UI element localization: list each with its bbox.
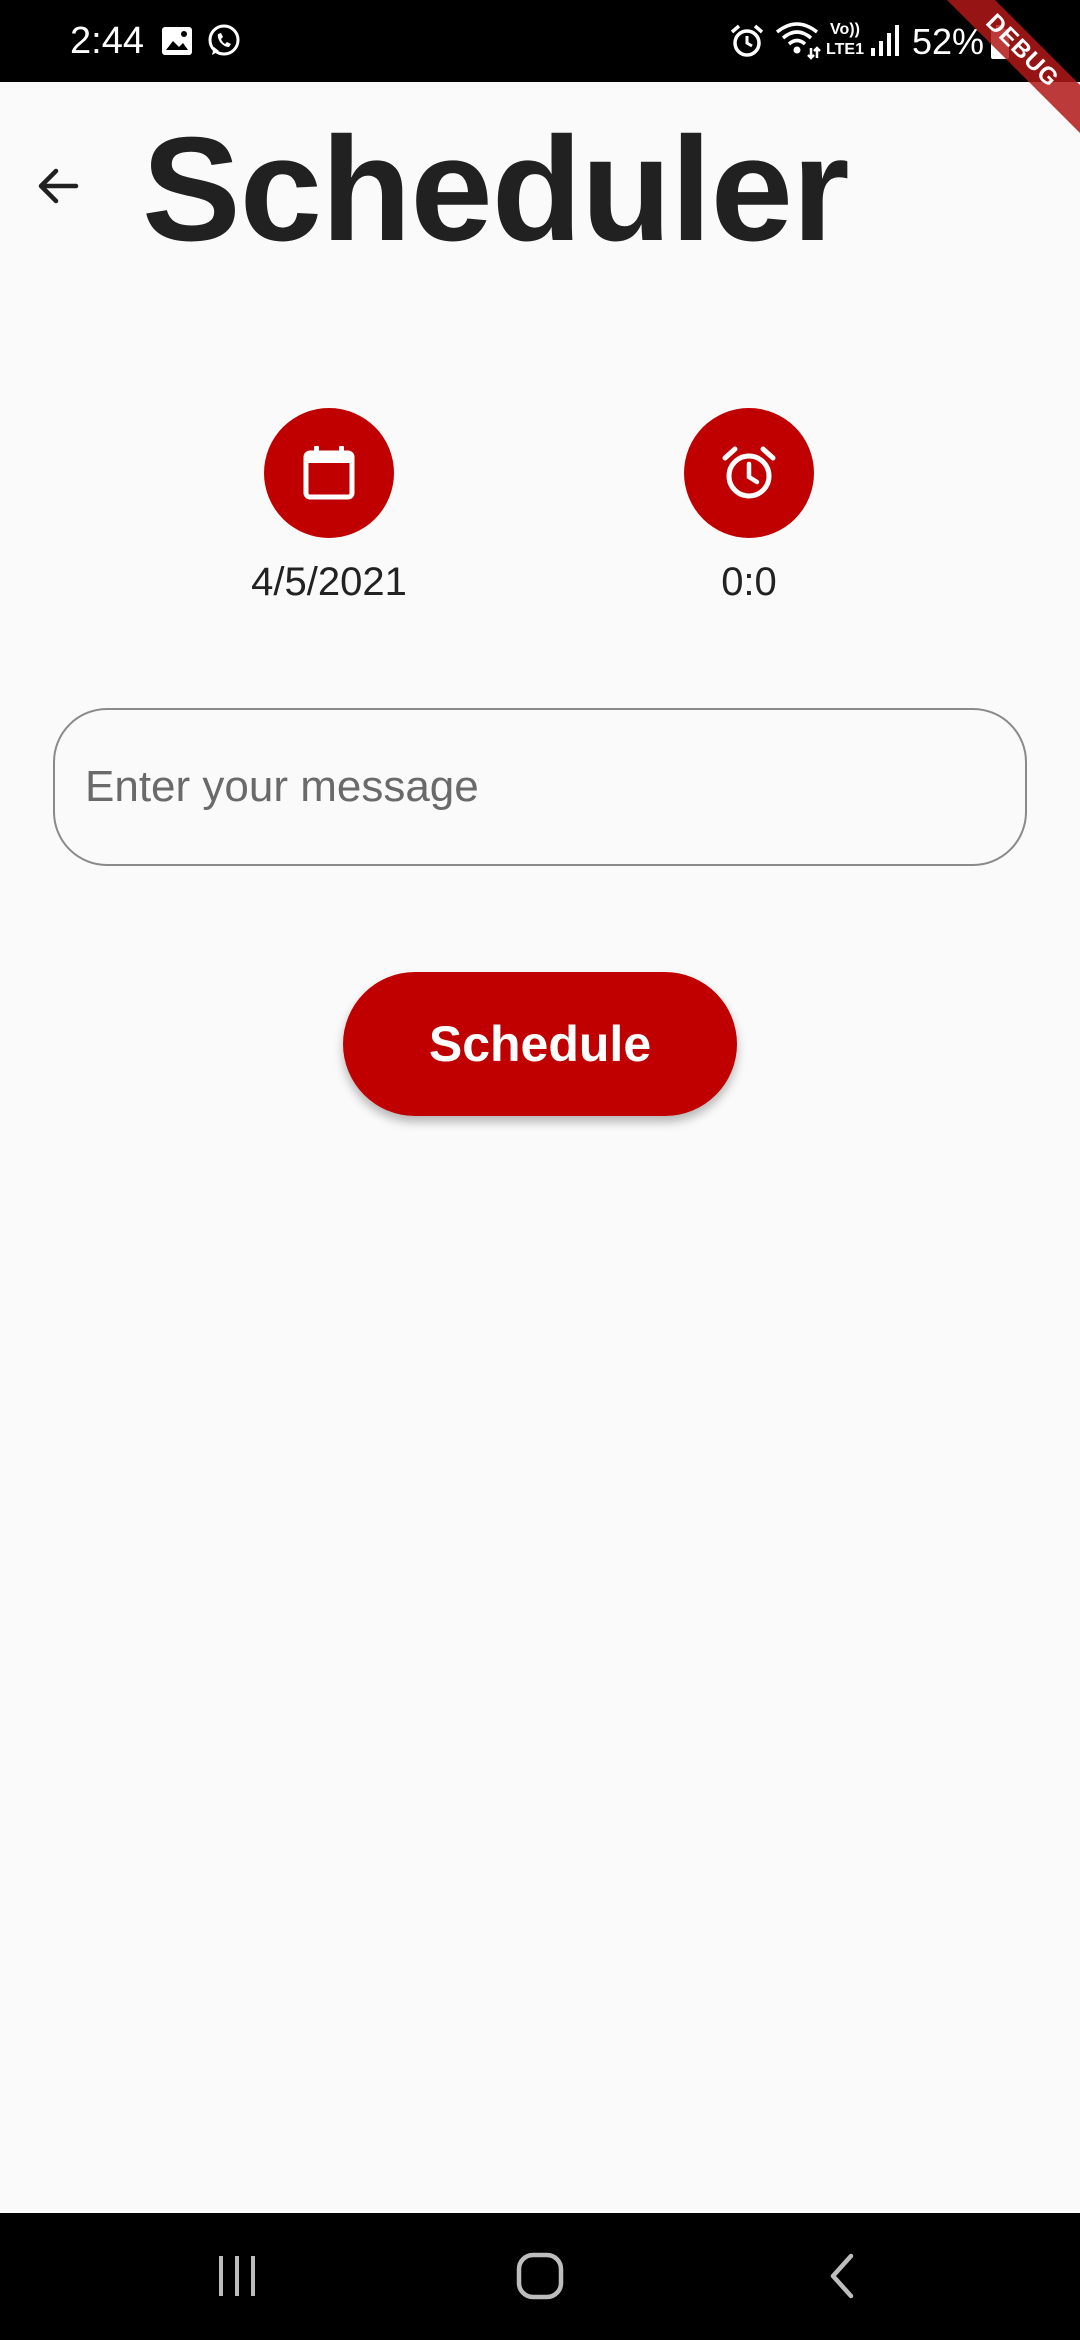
arrow-back-icon: [38, 168, 79, 204]
status-time: 2:44: [70, 20, 144, 62]
wifi-icon: [775, 22, 821, 60]
time-picker-button[interactable]: [684, 408, 814, 538]
recent-apps-button[interactable]: [187, 2233, 287, 2319]
status-bar: 2:44 Vo)) LTE1 52%: [0, 0, 1080, 82]
message-input[interactable]: [53, 708, 1027, 866]
whatsapp-icon: [208, 24, 240, 56]
schedule-button[interactable]: Schedule: [343, 972, 737, 1116]
selected-time: 0:0: [721, 560, 777, 604]
back-button[interactable]: [22, 150, 94, 222]
back-nav-button[interactable]: [793, 2233, 893, 2319]
calendar-icon: [303, 446, 355, 500]
signal-icon: [871, 25, 899, 56]
date-picker-button[interactable]: [264, 408, 394, 538]
selected-date: 4/5/2021: [251, 560, 407, 604]
page-title: Scheduler: [142, 107, 850, 272]
home-button[interactable]: [490, 2233, 590, 2319]
alarm-clock-icon: [722, 446, 776, 499]
navigation-bar: [0, 2213, 1080, 2340]
lte-label: LTE1: [826, 41, 864, 58]
gallery-icon: [162, 27, 192, 55]
volte-label: Vo)): [830, 21, 860, 38]
recent-apps-icon: [219, 2256, 255, 2296]
alarm-icon: [730, 24, 764, 57]
volte-lte-icon: Vo)) LTE1: [823, 20, 867, 64]
back-nav-icon: [830, 2253, 854, 2299]
home-icon: [516, 2252, 564, 2300]
